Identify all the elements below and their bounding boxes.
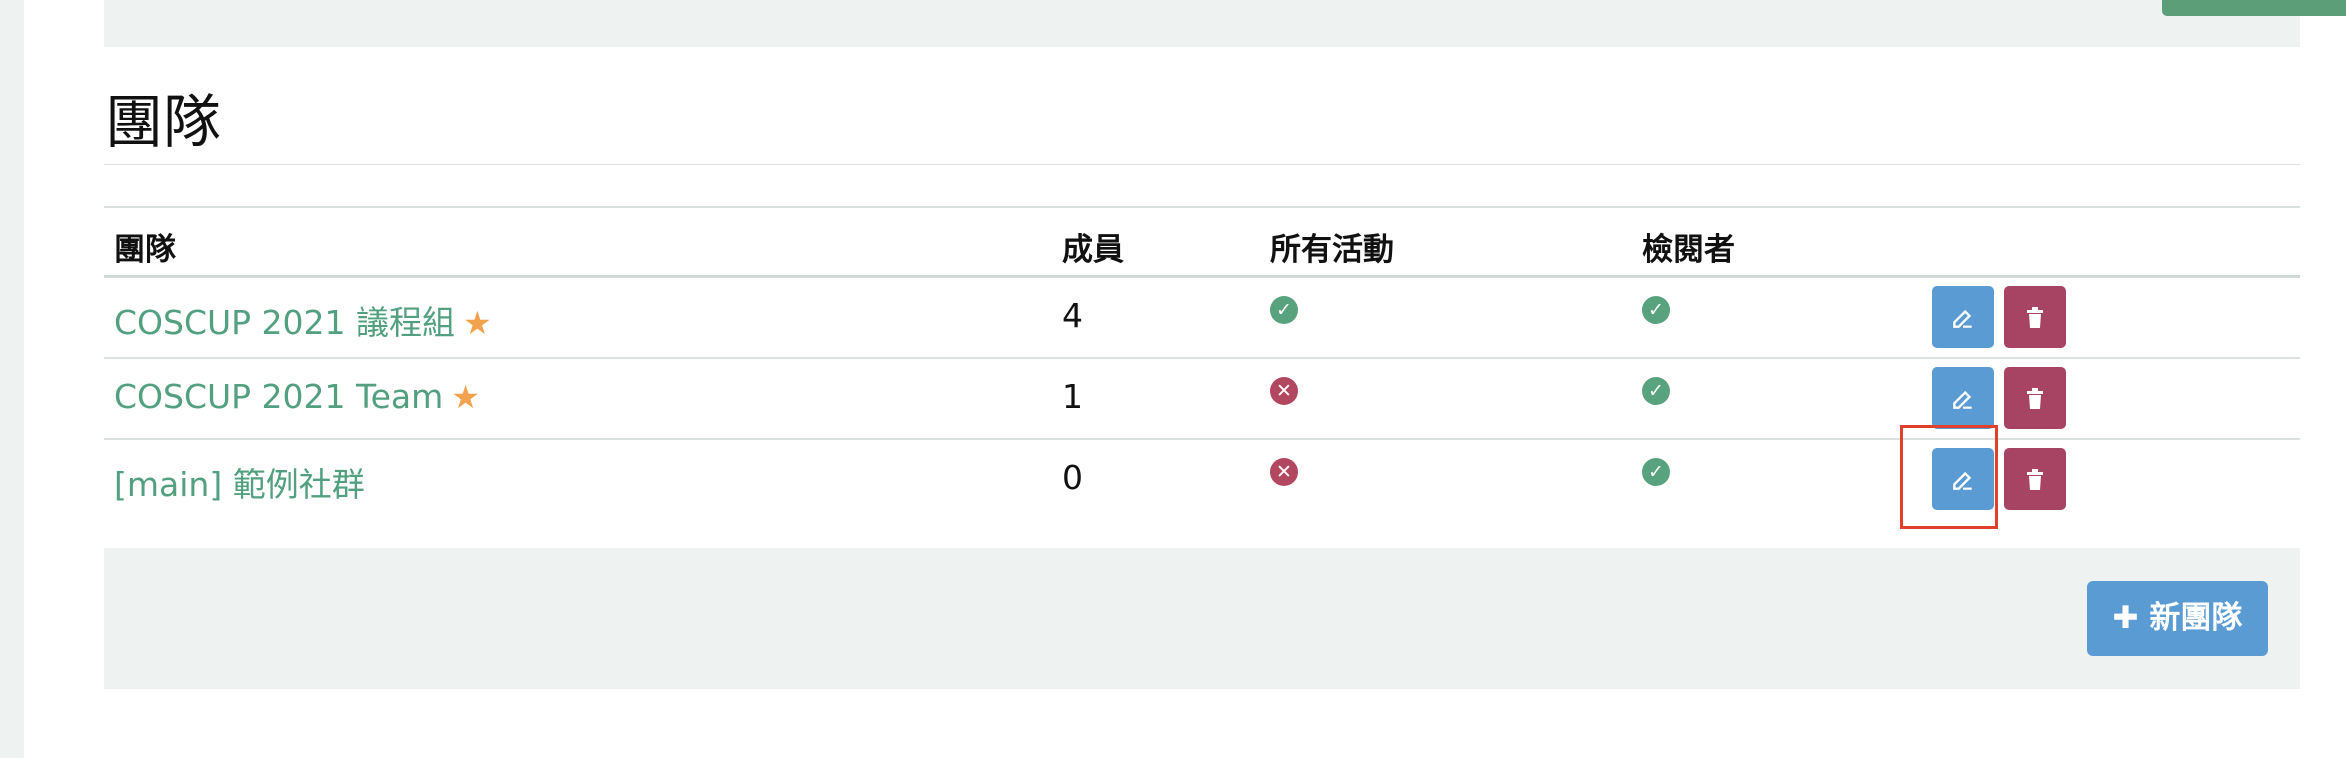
x-circle-icon: ✕ (1270, 458, 1298, 486)
section-title: 團隊 (105, 88, 222, 156)
team-link[interactable]: COSCUP 2021 議程組 ★ (114, 296, 492, 344)
table-footer: ✚ 新團隊 (104, 548, 2300, 689)
table-row: COSCUP 2021 Team ★ 1 ✕ ✓ (104, 359, 2300, 440)
check-circle-icon: ✓ (1642, 458, 1670, 486)
star-icon: ★ (463, 304, 492, 342)
header-all-events: 所有活動 (1270, 232, 1394, 268)
check-circle-icon: ✓ (1270, 296, 1298, 324)
title-divider (104, 164, 2300, 165)
delete-team-button[interactable] (2004, 367, 2066, 429)
trash-icon (2027, 307, 2043, 328)
check-circle-icon: ✓ (1642, 296, 1670, 324)
table-row: [main] 範例社群 0 ✕ ✓ (104, 440, 2300, 519)
member-count: 4 (1062, 296, 1083, 335)
new-team-button[interactable]: ✚ 新團隊 (2087, 581, 2268, 656)
edit-icon (1953, 471, 1972, 490)
edit-icon (1953, 390, 1972, 409)
member-count: 0 (1062, 458, 1083, 497)
check-circle-icon: ✓ (1642, 377, 1670, 405)
plus-icon: ✚ (2112, 600, 2139, 636)
header-members: 成員 (1062, 232, 1124, 268)
x-circle-icon: ✕ (1270, 377, 1298, 405)
delete-team-button[interactable] (2004, 286, 2066, 348)
team-link[interactable]: [main] 範例社群 (114, 458, 365, 506)
team-link[interactable]: COSCUP 2021 Team ★ (114, 377, 480, 416)
edit-team-button[interactable] (1932, 286, 1994, 348)
delete-team-button[interactable] (2004, 448, 2066, 510)
star-icon: ★ (451, 378, 480, 416)
table-header: 團隊 成員 所有活動 檢閱者 (104, 206, 2300, 278)
teams-table: 團隊 成員 所有活動 檢閱者 COSCUP 2021 議程組 ★ 4 ✓ ✓ CO… (104, 206, 2300, 519)
trash-icon (2027, 469, 2043, 490)
left-sidebar-strip (0, 0, 24, 758)
trash-icon (2027, 388, 2043, 409)
edit-icon (1953, 309, 1972, 328)
edit-team-button[interactable] (1932, 448, 1994, 510)
table-row: COSCUP 2021 議程組 ★ 4 ✓ ✓ (104, 278, 2300, 359)
previous-panel-button[interactable] (2162, 0, 2346, 16)
header-reviewer: 檢閱者 (1642, 232, 1735, 268)
edit-team-button[interactable] (1932, 367, 1994, 429)
new-team-label: 新團隊 (2149, 600, 2243, 636)
header-team: 團隊 (114, 232, 176, 268)
member-count: 1 (1062, 377, 1083, 416)
previous-panel-footer (104, 0, 2346, 47)
